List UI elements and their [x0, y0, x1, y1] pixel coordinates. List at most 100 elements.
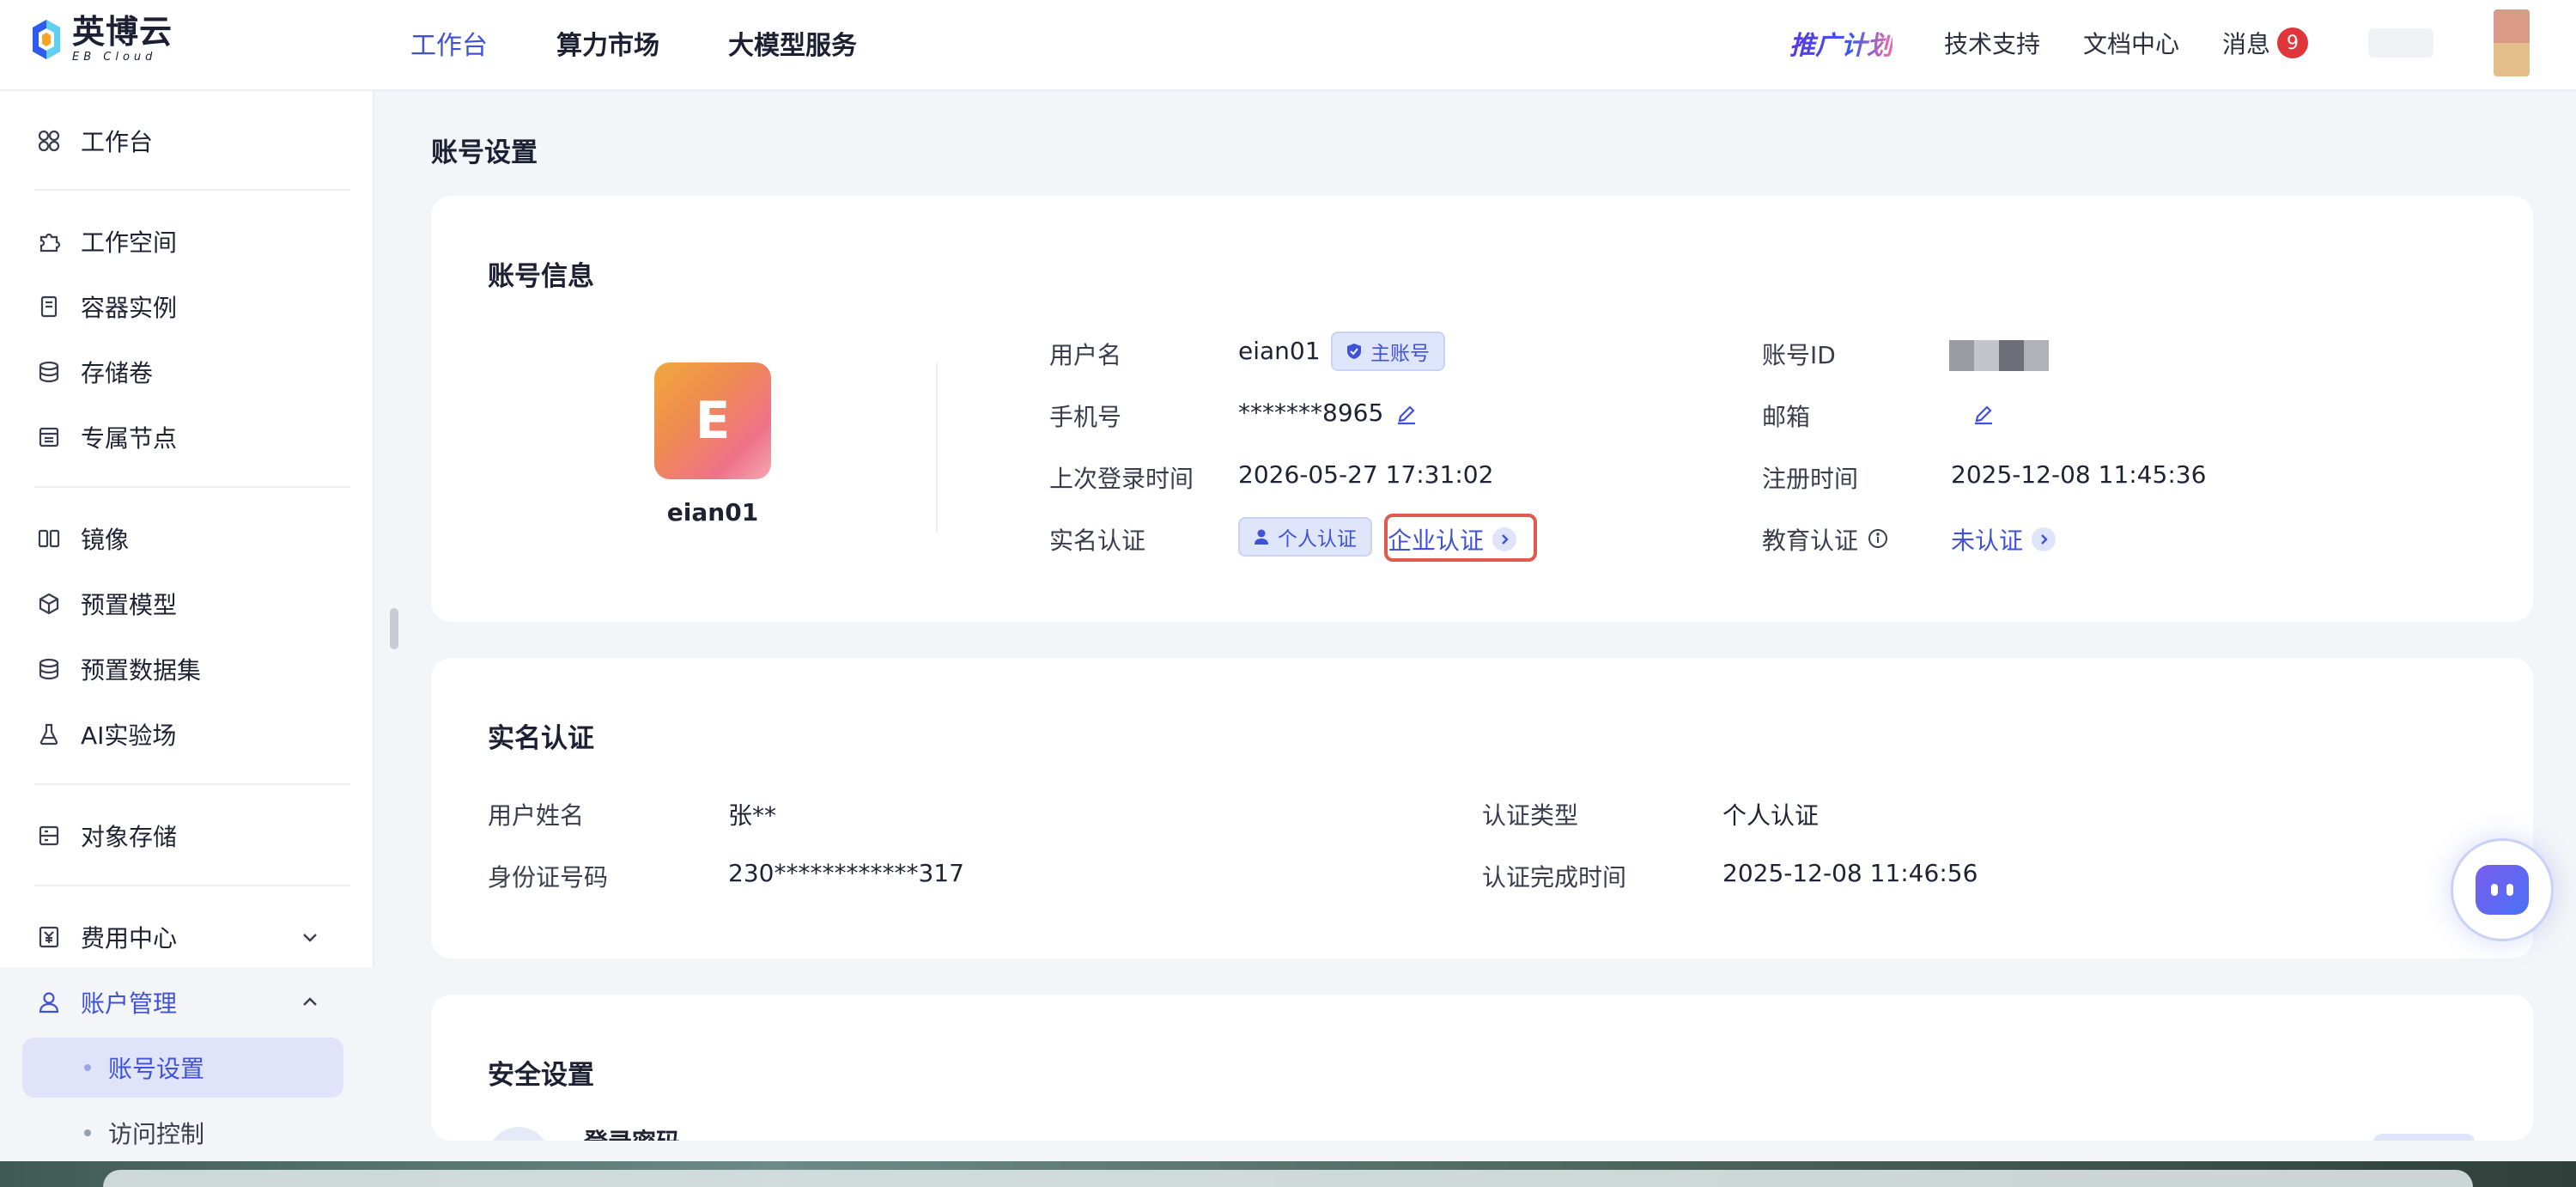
sidebar-subitem-access-control[interactable]: 访问控制	[22, 1103, 343, 1163]
bullet-dot	[84, 1129, 91, 1136]
account-id-label: 账号ID	[1762, 341, 1836, 369]
id-number-value: 230************317	[728, 859, 964, 887]
sidebar-item-account-management[interactable]: 账户管理	[22, 972, 343, 1032]
tech-support-link[interactable]: 技术支持	[1944, 26, 2040, 60]
auth-done-value: 2025-12-08 11:46:56	[1722, 859, 1978, 887]
sidebar-item-label: 容器实例	[81, 294, 178, 322]
vertical-divider	[936, 362, 938, 533]
sidebar-item-billing[interactable]: 费用中心	[22, 907, 343, 967]
promo-plan-link[interactable]: 推广计划	[1789, 24, 1893, 62]
sidebar-item-label: AI实验场	[81, 721, 177, 750]
sidebar-divider	[34, 486, 350, 488]
topnav-compute-market[interactable]: 算力市场	[556, 24, 659, 62]
section-title: 安全设置	[488, 1060, 594, 1091]
enterprise-auth-link[interactable]: 企业认证	[1388, 522, 1517, 557]
info-icon[interactable]	[1867, 527, 1889, 550]
sidebar-subitem-label: 账号设置	[108, 1055, 205, 1083]
messages-link[interactable]: 消息 9	[2222, 26, 2308, 60]
realname-card: 实名认证 用户姓名 张** 身份证号码 230************317 认…	[431, 658, 2533, 959]
sidebar-item-ai-lab[interactable]: AI实验场	[22, 704, 343, 764]
topnav-llm-service[interactable]: 大模型服务	[728, 24, 857, 62]
container-icon	[36, 294, 62, 320]
auth-type-value: 个人认证	[1722, 801, 1820, 830]
sidebar-item-preset-dataset[interactable]: 预置数据集	[22, 639, 343, 699]
sidebar-divider	[34, 783, 350, 785]
main-account-tag: 主账号	[1331, 332, 1445, 371]
sidebar-item-label: 预置模型	[81, 591, 178, 619]
username-label: 用户名	[1049, 341, 1122, 369]
edit-phone-icon[interactable]	[1394, 402, 1419, 426]
sidebar-item-workbench[interactable]: 工作台	[22, 111, 343, 171]
tag-label: 主账号	[1370, 343, 1430, 365]
tag-label: 个人认证	[1278, 528, 1357, 551]
user-icon	[1255, 529, 1268, 545]
user-avatar[interactable]	[2494, 9, 2530, 76]
modify-password-button[interactable]	[2373, 1134, 2475, 1141]
billing-icon	[36, 924, 62, 950]
top-right-area: 推广计划 技术支持 文档中心 消息 9	[1789, 0, 2576, 86]
sidebar-subitem-account-settings[interactable]: 账号设置	[22, 1038, 343, 1098]
messages-label: 消息	[2221, 30, 2270, 58]
sidebar-item-label: 专属节点	[81, 424, 178, 453]
edu-auth-status: 未认证	[1951, 527, 2024, 555]
email-label: 邮箱	[1762, 403, 1811, 431]
username-value: eian01	[1238, 337, 1321, 365]
edit-email-icon[interactable]	[1971, 402, 1996, 426]
phone-value: *******8965	[1238, 399, 1384, 427]
id-number-label: 身份证号码	[488, 863, 609, 892]
image-icon	[36, 526, 62, 551]
account-info-card: 账号信息 E eian01 用户名 eian01 主账号 手机号 *******…	[431, 196, 2533, 622]
sidebar-resize-handle[interactable]	[390, 608, 398, 649]
auth-done-label: 认证完成时间	[1482, 863, 1627, 892]
chevron-down-icon	[303, 934, 317, 942]
realname-label: 实名认证	[1049, 527, 1146, 555]
edu-auth-link[interactable]: 未认证	[1951, 522, 2057, 557]
phone-label: 手机号	[1049, 403, 1122, 431]
sidebar-item-dedicated-node[interactable]: 专属节点	[22, 407, 343, 467]
last-login-value: 2026-05-27 17:31:02	[1238, 460, 1494, 489]
dedicated-node-icon	[36, 424, 62, 450]
top-navbar: 英博云 EB Cloud 工作台 算力市场 大模型服务 推广计划 技术支持 文档…	[0, 0, 2576, 91]
top-nav: 工作台 算力市场 大模型服务	[410, 0, 926, 86]
sidebar-item-label: 工作空间	[81, 228, 178, 257]
sidebar-item-storage-volume[interactable]: 存储卷	[22, 342, 343, 402]
sidebar-item-label: 存储卷	[81, 359, 154, 387]
sidebar-item-object-storage[interactable]: 对象存储	[22, 806, 343, 866]
ai-lab-icon	[36, 721, 62, 747]
workspace-icon	[36, 228, 62, 254]
register-time-value: 2025-12-08 11:45:36	[1951, 460, 2207, 489]
sidebar-item-workspace[interactable]: 工作空间	[22, 211, 343, 271]
profile-avatar: E	[654, 362, 771, 479]
chevron-up-icon	[303, 997, 317, 1006]
docs-center-link[interactable]: 文档中心	[2083, 26, 2179, 60]
message-count-badge: 9	[2277, 27, 2308, 58]
bullet-dot	[84, 1064, 91, 1071]
section-title: 账号信息	[488, 261, 594, 292]
sidebar-item-label: 费用中心	[81, 924, 178, 953]
shield-check-icon	[1347, 344, 1361, 359]
sidebar-item-label: 工作台	[81, 128, 154, 156]
chevron-right-icon	[1492, 527, 1517, 551]
desktop-background-strip	[0, 1161, 2576, 1187]
sidebar-subitem-label: 访问控制	[108, 1120, 205, 1148]
blurred-info	[2368, 28, 2433, 58]
sidebar-divider	[34, 885, 350, 886]
realname-name-label: 用户姓名	[488, 801, 585, 830]
topnav-workbench[interactable]: 工作台	[410, 24, 488, 62]
preset-model-icon	[36, 591, 62, 617]
sidebar-item-image[interactable]: 镜像	[22, 508, 343, 569]
realname-name-value: 张**	[728, 801, 777, 830]
brand-logo-icon	[33, 19, 60, 59]
sidebar-item-label: 预置数据集	[81, 656, 202, 685]
workbench-icon	[36, 128, 62, 154]
enterprise-auth-label: 企业认证	[1388, 527, 1485, 555]
brand-subtitle: EB Cloud	[72, 51, 157, 64]
register-time-label: 注册时间	[1762, 465, 1859, 493]
sidebar-item-containers[interactable]: 容器实例	[22, 277, 343, 337]
sidebar-item-preset-model[interactable]: 预置模型	[22, 574, 343, 634]
last-login-label: 上次登录时间	[1049, 465, 1194, 493]
login-password-label: 登录密码	[584, 1123, 680, 1141]
edu-auth-label: 教育认证	[1762, 527, 1859, 555]
brand-logo-area[interactable]: 英博云 EB Cloud	[29, 15, 173, 63]
ai-assistant-button[interactable]	[2451, 838, 2554, 941]
